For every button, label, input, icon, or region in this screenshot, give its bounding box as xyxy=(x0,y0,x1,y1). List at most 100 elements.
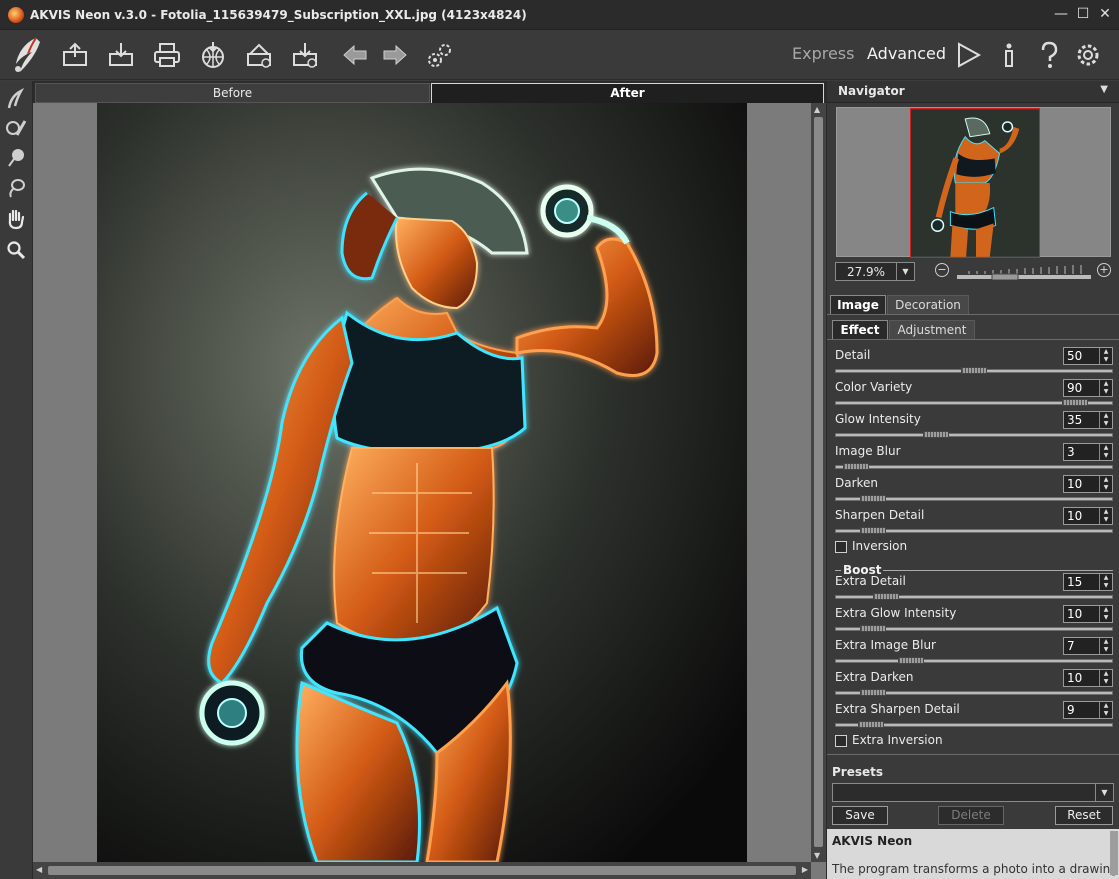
zoom-select[interactable]: 27.9% ▼ xyxy=(835,262,915,281)
zoom-in-icon[interactable]: + xyxy=(1097,263,1111,277)
glow-intensity-spinbox[interactable]: 35 ▲ ▼ xyxy=(1063,411,1113,429)
extra-image-blur-slider-handle[interactable] xyxy=(898,657,924,664)
spin-arrows-icon[interactable]: ▲ ▼ xyxy=(1099,574,1112,590)
inversion-checkbox[interactable] xyxy=(835,541,847,553)
extra-sharpen-detail-slider-handle[interactable] xyxy=(858,721,884,728)
hand-icon[interactable] xyxy=(5,208,27,230)
scroll-up-arrow-icon[interactable]: ▲ xyxy=(814,105,820,114)
settings-gear-icon[interactable] xyxy=(1073,40,1103,70)
navigator-viewport-frame[interactable] xyxy=(910,108,1040,258)
presets-dropdown-arrow-icon[interactable]: ▼ xyxy=(1095,784,1113,801)
spin-arrows-icon[interactable]: ▲ ▼ xyxy=(1099,702,1112,718)
vertical-scroll-thumb[interactable] xyxy=(814,117,823,847)
detail-spinbox[interactable]: 50 ▲ ▼ xyxy=(1063,347,1113,365)
extra-image-blur-value[interactable]: 7 xyxy=(1067,639,1075,653)
spin-arrows-icon[interactable]: ▲ ▼ xyxy=(1099,508,1112,524)
presets-dropdown[interactable]: ▼ xyxy=(832,783,1114,802)
extra-sharpen-detail-value[interactable]: 9 xyxy=(1067,703,1075,717)
advanced-mode-button[interactable]: Advanced xyxy=(867,44,946,63)
tab-after[interactable]: After xyxy=(431,83,824,103)
color-variety-value[interactable]: 90 xyxy=(1067,381,1082,395)
reset-preset-button[interactable]: Reset xyxy=(1055,806,1113,825)
spin-arrows-icon[interactable]: ▲ ▼ xyxy=(1099,638,1112,654)
tab-before[interactable]: Before xyxy=(35,83,430,103)
info-icon[interactable] xyxy=(994,40,1024,70)
image-blur-value[interactable]: 3 xyxy=(1067,445,1075,459)
extra-image-blur-slider[interactable] xyxy=(835,659,1113,663)
darken-slider-handle[interactable] xyxy=(860,495,886,502)
delete-preset-button[interactable]: Delete xyxy=(938,806,1004,825)
eraser-icon[interactable] xyxy=(5,147,27,169)
image-blur-slider-handle[interactable] xyxy=(843,463,869,470)
plugin-icon[interactable] xyxy=(290,40,320,70)
lasso-icon[interactable] xyxy=(5,177,27,199)
neon-result-image[interactable] xyxy=(97,103,747,862)
image-blur-slider[interactable] xyxy=(835,465,1113,469)
undo-arrow-icon[interactable] xyxy=(340,40,370,70)
extra-glow-intensity-spinbox[interactable]: 10 ▲ ▼ xyxy=(1063,605,1113,623)
extra-darken-slider-handle[interactable] xyxy=(860,689,886,696)
inversion-option[interactable]: Inversion xyxy=(835,539,1035,555)
redo-arrow-icon[interactable] xyxy=(380,40,410,70)
spin-arrows-icon[interactable]: ▲ ▼ xyxy=(1099,606,1112,622)
print-icon[interactable] xyxy=(152,40,182,70)
darken-value[interactable]: 10 xyxy=(1067,477,1082,491)
extra-detail-value[interactable]: 15 xyxy=(1067,575,1082,589)
zoom-icon[interactable] xyxy=(5,239,27,261)
spin-arrows-icon[interactable]: ▲ ▼ xyxy=(1099,670,1112,686)
glow-intensity-slider[interactable] xyxy=(835,433,1113,437)
tab-adjustment[interactable]: Adjustment xyxy=(889,320,975,340)
express-mode-button[interactable]: Express xyxy=(792,44,854,63)
spin-arrows-icon[interactable]: ▲ ▼ xyxy=(1099,412,1112,428)
sharpen-detail-spinbox[interactable]: 10 ▲ ▼ xyxy=(1063,507,1113,525)
sharpen-detail-slider-handle[interactable] xyxy=(860,527,886,534)
color-variety-spinbox[interactable]: 90 ▲ ▼ xyxy=(1063,379,1113,397)
detail-slider-handle[interactable] xyxy=(961,367,987,374)
preprocessing-brush-icon[interactable] xyxy=(5,88,27,110)
extra-sharpen-detail-spinbox[interactable]: 9 ▲ ▼ xyxy=(1063,701,1113,719)
minimize-button[interactable]: — xyxy=(1053,6,1069,22)
collapse-caret-icon[interactable]: ▼ xyxy=(1100,84,1108,95)
scroll-left-arrow-icon[interactable]: ◀ xyxy=(36,865,42,874)
image-blur-spinbox[interactable]: 3 ▲ ▼ xyxy=(1063,443,1113,461)
open-icon[interactable] xyxy=(60,40,90,70)
extra-detail-slider-handle[interactable] xyxy=(873,593,899,600)
preferences-gear-icon[interactable] xyxy=(425,40,455,70)
darken-spinbox[interactable]: 10 ▲ ▼ xyxy=(1063,475,1113,493)
zoom-slider[interactable] xyxy=(957,262,1091,281)
help-scrollbar[interactable] xyxy=(1110,831,1118,875)
close-button[interactable]: ✕ xyxy=(1097,6,1113,22)
tab-image[interactable]: Image xyxy=(830,295,886,315)
extra-darken-spinbox[interactable]: 10 ▲ ▼ xyxy=(1063,669,1113,687)
batch-icon[interactable] xyxy=(244,40,274,70)
sharpen-detail-value[interactable]: 10 xyxy=(1067,509,1082,523)
spin-arrows-icon[interactable]: ▲ ▼ xyxy=(1099,444,1112,460)
extra-darken-value[interactable]: 10 xyxy=(1067,671,1082,685)
run-icon[interactable] xyxy=(953,40,983,70)
zoom-dropdown-arrow-icon[interactable]: ▼ xyxy=(896,263,914,280)
tab-effect[interactable]: Effect xyxy=(832,320,888,340)
glow-intensity-value[interactable]: 35 xyxy=(1067,413,1082,427)
navigator-header[interactable]: Navigator ▼ xyxy=(827,81,1119,103)
extra-inversion-checkbox[interactable] xyxy=(835,735,847,747)
extra-glow-intensity-slider-handle[interactable] xyxy=(860,625,886,632)
spin-arrows-icon[interactable]: ▲ ▼ xyxy=(1099,380,1112,396)
save-icon[interactable] xyxy=(106,40,136,70)
scroll-right-arrow-icon[interactable]: ▶ xyxy=(802,865,808,874)
glow-intensity-slider-handle[interactable] xyxy=(923,431,949,438)
extra-image-blur-spinbox[interactable]: 7 ▲ ▼ xyxy=(1063,637,1113,655)
maximize-button[interactable]: ☐ xyxy=(1075,6,1091,22)
spin-arrows-icon[interactable]: ▲ ▼ xyxy=(1099,476,1112,492)
detail-value[interactable]: 50 xyxy=(1067,349,1082,363)
stroke-brush-icon[interactable] xyxy=(5,117,27,139)
tab-decoration[interactable]: Decoration xyxy=(887,295,969,315)
horizontal-scrollbar[interactable]: ◀ ▶ xyxy=(33,862,811,879)
vertical-scrollbar[interactable]: ▲ ▼ xyxy=(811,103,826,862)
scroll-down-arrow-icon[interactable]: ▼ xyxy=(814,851,820,860)
save-preset-button[interactable]: Save xyxy=(832,806,888,825)
horizontal-scroll-thumb[interactable] xyxy=(48,866,796,875)
extra-glow-intensity-value[interactable]: 10 xyxy=(1067,607,1082,621)
extra-detail-spinbox[interactable]: 15 ▲ ▼ xyxy=(1063,573,1113,591)
help-icon[interactable] xyxy=(1034,40,1064,70)
zoom-out-icon[interactable]: − xyxy=(935,263,949,277)
